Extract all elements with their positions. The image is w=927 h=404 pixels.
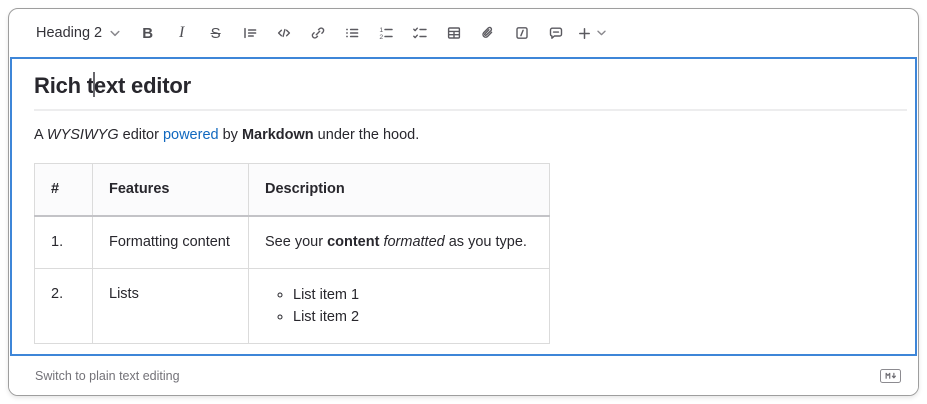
bullet-list-icon <box>344 25 360 41</box>
editor-footer: Switch to plain text editing <box>9 356 918 395</box>
bullet-list: List item 1 List item 2 <box>265 284 533 328</box>
powered-link[interactable]: powered <box>163 127 219 143</box>
column-header-number: # <box>35 164 93 217</box>
intro-paragraph: A WYSIWYG editor powered by Markdown und… <box>34 125 893 146</box>
italic-button[interactable]: I <box>169 20 194 46</box>
attach-file-button[interactable] <box>475 20 500 46</box>
ordered-list-button[interactable]: 12 <box>373 20 398 46</box>
content-table: # Features Description 1. Formatting con… <box>34 163 550 344</box>
svg-text:2: 2 <box>379 34 383 41</box>
table-icon <box>446 25 462 41</box>
chevron-down-icon <box>110 30 120 37</box>
quick-action-button[interactable] <box>509 20 534 46</box>
formatting-toolbar: Heading 2 B I S 12 <box>9 9 918 57</box>
italic-icon: I <box>179 25 184 41</box>
cell-feature: Lists <box>93 269 249 344</box>
code-button[interactable] <box>271 20 296 46</box>
cell-description: List item 1 List item 2 <box>249 269 550 344</box>
heading-style-dropdown[interactable]: Heading 2 <box>33 23 123 43</box>
code-icon <box>276 25 292 41</box>
column-header-description: Description <box>249 164 550 217</box>
switch-to-plain-text-link[interactable]: Switch to plain text editing <box>35 369 180 383</box>
bold-button[interactable]: B <box>135 20 160 46</box>
cell-number: 2. <box>35 269 93 344</box>
comment-button[interactable] <box>543 20 568 46</box>
heading-style-label: Heading 2 <box>36 25 102 41</box>
bullet-list-button[interactable] <box>339 20 364 46</box>
cell-feature: Formatting content <box>93 216 249 269</box>
column-header-features: Features <box>93 164 249 217</box>
editor-content-area[interactable]: Rich text editor A WYSIWYG editor powere… <box>10 57 917 356</box>
cell-description: See your content formatted as you type. <box>249 216 550 269</box>
cell-number: 1. <box>35 216 93 269</box>
link-button[interactable] <box>305 20 330 46</box>
markdown-icon[interactable] <box>880 369 901 383</box>
chevron-down-icon <box>597 30 606 36</box>
task-list-icon <box>412 25 428 41</box>
link-icon <box>310 25 326 41</box>
quick-action-icon <box>514 25 530 41</box>
list-item: List item 2 <box>293 306 533 328</box>
page-title: Rich text editor <box>34 72 907 111</box>
quote-button[interactable] <box>237 20 262 46</box>
strikethrough-icon: S <box>211 26 221 41</box>
ordered-list-icon: 12 <box>378 25 394 41</box>
more-options-button[interactable] <box>577 20 606 46</box>
rich-text-editor-widget: Heading 2 B I S 12 <box>8 8 919 396</box>
table-button[interactable] <box>441 20 466 46</box>
table-header-row: # Features Description <box>35 164 550 217</box>
svg-text:1: 1 <box>379 27 383 34</box>
table-row: 2. Lists List item 1 List item 2 <box>35 269 550 344</box>
comment-icon <box>548 25 564 41</box>
list-item: List item 1 <box>293 284 533 306</box>
task-list-button[interactable] <box>407 20 432 46</box>
plus-icon <box>577 26 592 41</box>
bold-icon: B <box>142 26 153 41</box>
strikethrough-button[interactable]: S <box>203 20 228 46</box>
table-row: 1. Formatting content See your content f… <box>35 216 550 269</box>
quote-icon <box>242 25 258 41</box>
paperclip-icon <box>480 25 496 41</box>
